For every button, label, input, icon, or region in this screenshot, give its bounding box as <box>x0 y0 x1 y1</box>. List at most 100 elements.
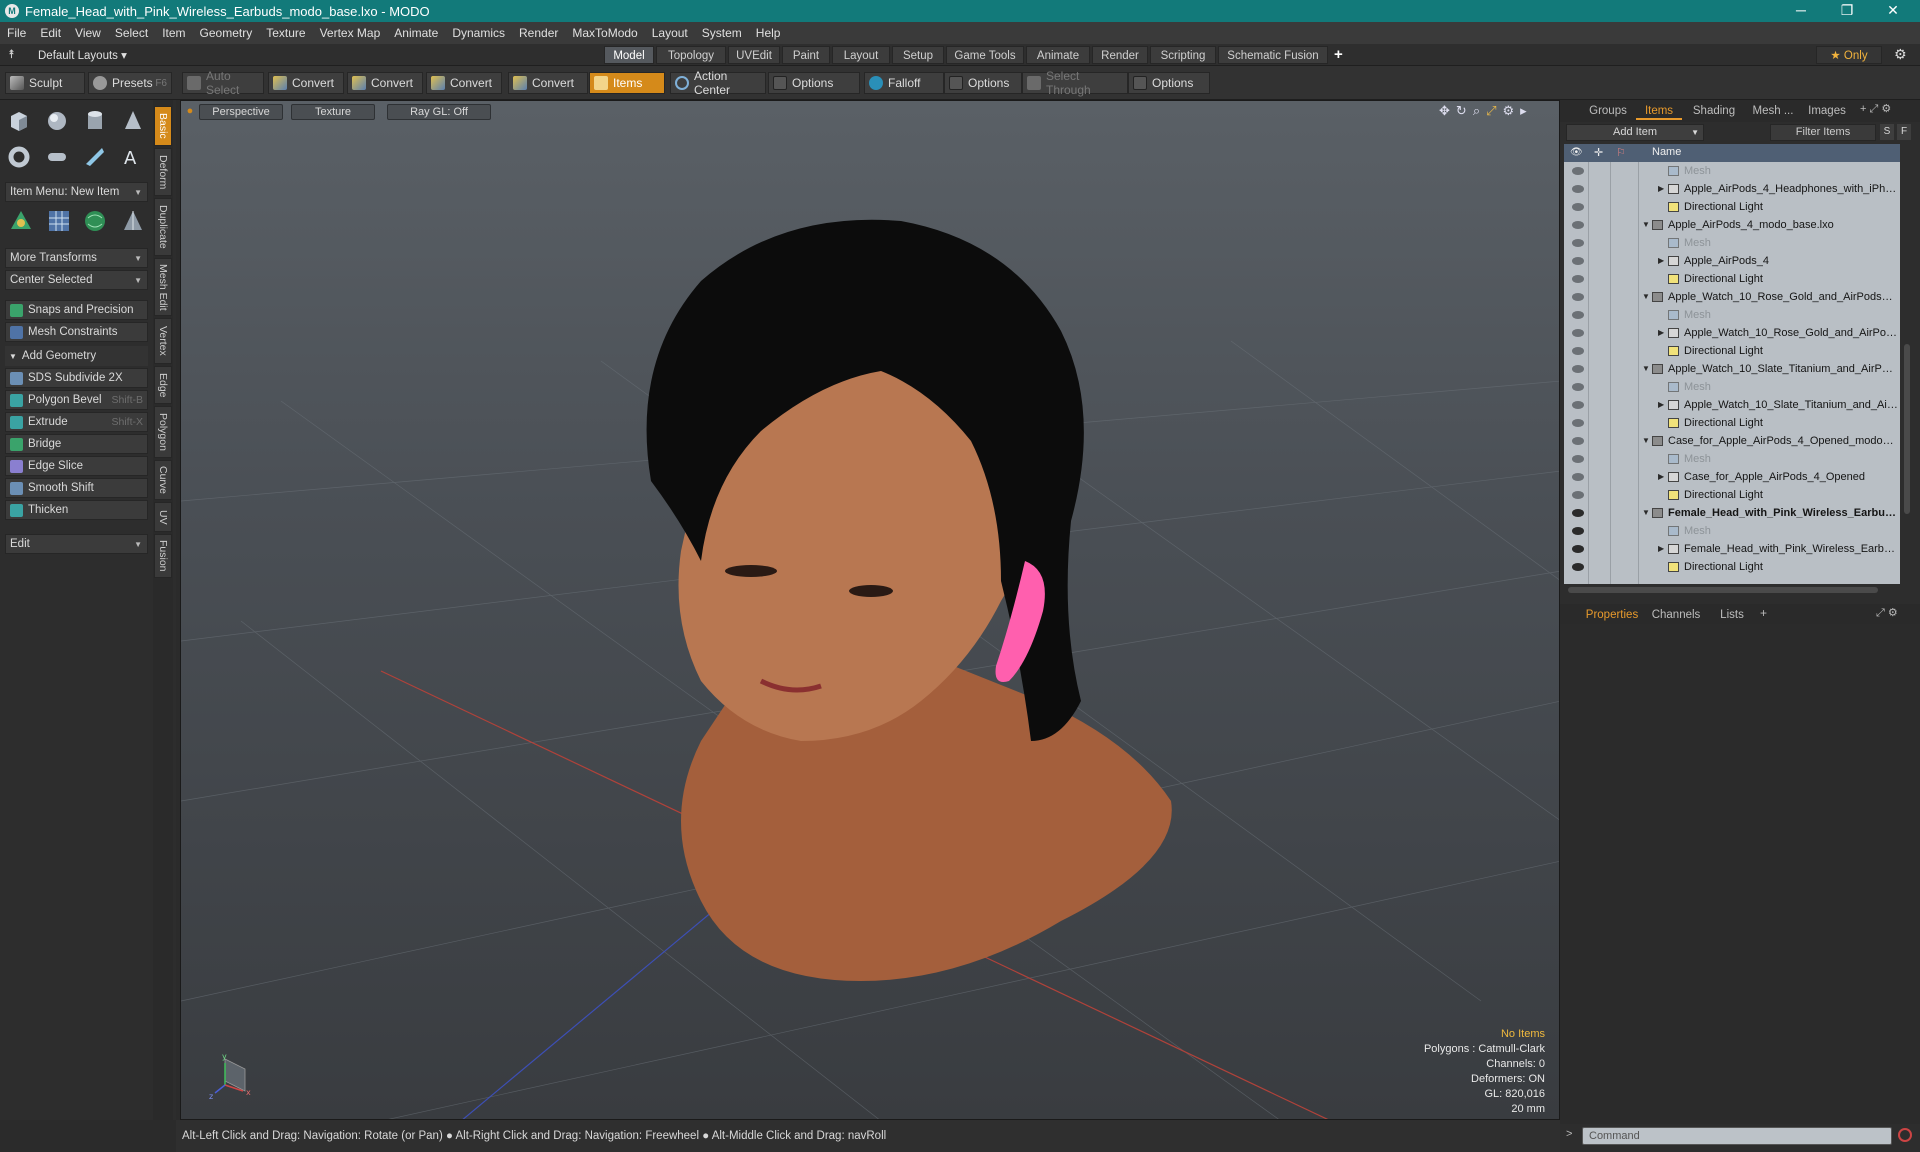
command-record-icon[interactable] <box>1898 1128 1912 1142</box>
vtab-duplicate[interactable]: Duplicate <box>154 198 172 256</box>
vtab-vertex[interactable]: Vertex <box>154 318 172 364</box>
tab-items[interactable]: Items <box>1636 102 1682 120</box>
tab-mesh[interactable]: Mesh ... <box>1746 102 1800 120</box>
light-row[interactable]: Directional Light <box>1564 198 1900 216</box>
visibility-eye-icon[interactable] <box>1572 545 1584 553</box>
item-row[interactable]: ▶ Case_for_Apple_AirPods_4_Opened <box>1564 468 1900 486</box>
visibility-eye-icon[interactable] <box>1572 473 1584 481</box>
cube-primitive-icon[interactable] <box>6 108 32 134</box>
pan-icon[interactable]: ✥ <box>1439 103 1450 119</box>
menu-item[interactable]: Item <box>155 26 192 40</box>
convert-items-button[interactable]: Convert <box>508 72 588 94</box>
menu-vertex-map[interactable]: Vertex Map <box>313 26 388 40</box>
item-row[interactable]: ▶ Apple_Watch_10_Slate_Titanium_and_AirPo… <box>1564 396 1900 414</box>
layout-arrow-icon[interactable]: ⯭ <box>8 47 15 62</box>
select-options-button[interactable]: Options <box>1128 72 1210 94</box>
expand-arrow-icon[interactable]: ▶ <box>1658 180 1664 198</box>
only-toggle[interactable]: ★ Only <box>1816 46 1882 64</box>
convert-edges-button[interactable]: Convert <box>347 72 423 94</box>
sculpt-button[interactable]: Sculpt <box>5 72 85 94</box>
tab-paint[interactable]: Paint <box>782 46 830 64</box>
tab-model[interactable]: Model <box>604 46 654 64</box>
tab-groups[interactable]: Groups <box>1582 102 1634 120</box>
convert-vertices-button[interactable]: Convert <box>268 72 344 94</box>
globe-icon[interactable] <box>82 208 108 234</box>
visibility-eye-icon[interactable] <box>1572 239 1584 247</box>
item-row[interactable]: ▶ Female_Head_with_Pink_Wireless_Earbuds <box>1564 540 1900 558</box>
polygon-bevel-button[interactable]: Polygon Bevel Shift-B <box>5 390 148 410</box>
minimize-button[interactable]: ─ <box>1778 0 1824 22</box>
viewport-settings-icon[interactable]: ⚙ <box>1503 103 1515 119</box>
visibility-eye-icon[interactable] <box>1572 221 1584 229</box>
expand-arrow-icon[interactable]: ▶ <box>1658 252 1664 270</box>
capsule-primitive-icon[interactable] <box>44 144 70 170</box>
menu-help[interactable]: Help <box>749 26 788 40</box>
auto-select-button[interactable]: Auto Select <box>182 69 264 97</box>
smooth-shift-button[interactable]: Smooth Shift <box>5 478 148 498</box>
torus-primitive-icon[interactable] <box>6 144 32 170</box>
item-list-vscroll[interactable] <box>1902 144 1912 584</box>
grid-icon[interactable] <box>46 208 72 234</box>
visibility-eye-icon[interactable] <box>1572 419 1584 427</box>
scene-row[interactable]: ▼ Apple_Watch_10_Slate_Titanium_and_AirPo… <box>1564 360 1900 378</box>
visibility-eye-icon[interactable] <box>1572 275 1584 283</box>
viewport-expand-icon[interactable]: ▸ <box>1520 103 1527 119</box>
light-row[interactable]: Directional Light <box>1564 342 1900 360</box>
tab-topology[interactable]: Topology <box>656 46 726 64</box>
settings-gear-icon[interactable]: ⚙ <box>1894 46 1907 63</box>
collapse-arrow-icon[interactable]: ▼ <box>1642 360 1650 378</box>
mesh-constraints-button[interactable]: Mesh Constraints <box>5 322 148 342</box>
convert-polygons-button[interactable]: Convert <box>426 72 502 94</box>
3d-viewport[interactable]: ● Perspective Texture Ray GL: Off ✥ ↻ ⌕ … <box>180 100 1560 1120</box>
cylinder-primitive-icon[interactable] <box>82 108 108 134</box>
tab-game-tools[interactable]: Game Tools <box>946 46 1024 64</box>
light-row[interactable]: Directional Light <box>1564 558 1900 576</box>
tab-scripting[interactable]: Scripting <box>1150 46 1216 64</box>
vtab-basic[interactable]: Basic <box>154 106 172 146</box>
texture-shading-tab[interactable]: Texture <box>291 104 375 120</box>
items-mode-button[interactable]: Items <box>589 72 665 94</box>
properties-controls-icon[interactable]: ⤢ ⚙ <box>1876 606 1898 620</box>
tab-properties[interactable]: Properties <box>1580 606 1644 624</box>
mesh-row[interactable]: Mesh <box>1564 162 1900 180</box>
type-column-icon[interactable]: ⚐ <box>1616 146 1626 159</box>
visibility-eye-icon[interactable] <box>1572 167 1584 175</box>
collapse-arrow-icon[interactable]: ▼ <box>1642 432 1650 450</box>
visibility-eye-icon[interactable] <box>1572 203 1584 211</box>
visibility-eye-icon[interactable] <box>1572 185 1584 193</box>
vtab-polygon[interactable]: Polygon <box>154 406 172 458</box>
mesh-row[interactable]: Mesh <box>1564 378 1900 396</box>
tab-shading[interactable]: Shading <box>1684 102 1744 120</box>
name-column-header[interactable]: Name <box>1652 146 1681 158</box>
filter-f-toggle[interactable]: F <box>1897 124 1911 140</box>
viewport-menu-dot[interactable]: ● <box>185 104 195 120</box>
item-list-hscroll[interactable] <box>1564 584 1900 596</box>
scene-row[interactable]: ▼ Female_Head_with_Pink_Wireless_Earbuds_… <box>1564 504 1900 522</box>
perspective-view-tab[interactable]: Perspective <box>199 104 283 120</box>
bridge-button[interactable]: Bridge <box>5 434 148 454</box>
vtab-uv[interactable]: UV <box>154 502 172 532</box>
item-row[interactable]: ▶ Apple_AirPods_4 <box>1564 252 1900 270</box>
item-row[interactable]: ▶ Apple_Watch_10_Rose_Gold_and_AirPods_4 <box>1564 324 1900 342</box>
add-item-button[interactable]: Add Item ▼ <box>1566 124 1704 141</box>
presets-button[interactable]: Presets F6 <box>88 72 172 94</box>
scene-row[interactable]: ▼ Apple_Watch_10_Rose_Gold_and_AirPods_4_… <box>1564 288 1900 306</box>
menu-render[interactable]: Render <box>512 26 565 40</box>
action-center-options-button[interactable]: Options <box>768 72 860 94</box>
pyramid-icon[interactable] <box>120 208 146 234</box>
tab-lists[interactable]: Lists <box>1710 606 1754 624</box>
transform-gizmo-icon[interactable] <box>8 208 34 234</box>
visibility-eye-icon[interactable] <box>1572 293 1584 301</box>
visibility-eye-icon[interactable] <box>1572 401 1584 409</box>
scene-row[interactable]: ▼ Case_for_Apple_AirPods_4_Opened_modo_ba… <box>1564 432 1900 450</box>
tab-images[interactable]: Images <box>1802 102 1852 120</box>
close-button[interactable]: ✕ <box>1870 0 1916 22</box>
edit-dropdown[interactable]: Edit ▼ <box>5 534 148 554</box>
lock-column-icon[interactable]: ✛ <box>1594 146 1603 159</box>
menu-file[interactable]: File <box>0 26 33 40</box>
expand-arrow-icon[interactable]: ▶ <box>1658 324 1664 342</box>
tab-animate[interactable]: Animate <box>1026 46 1090 64</box>
sds-subdivide-button[interactable]: SDS Subdivide 2X <box>5 368 148 388</box>
falloff-options-button[interactable]: Options <box>944 72 1022 94</box>
ray-gl-toggle[interactable]: Ray GL: Off <box>387 104 491 120</box>
